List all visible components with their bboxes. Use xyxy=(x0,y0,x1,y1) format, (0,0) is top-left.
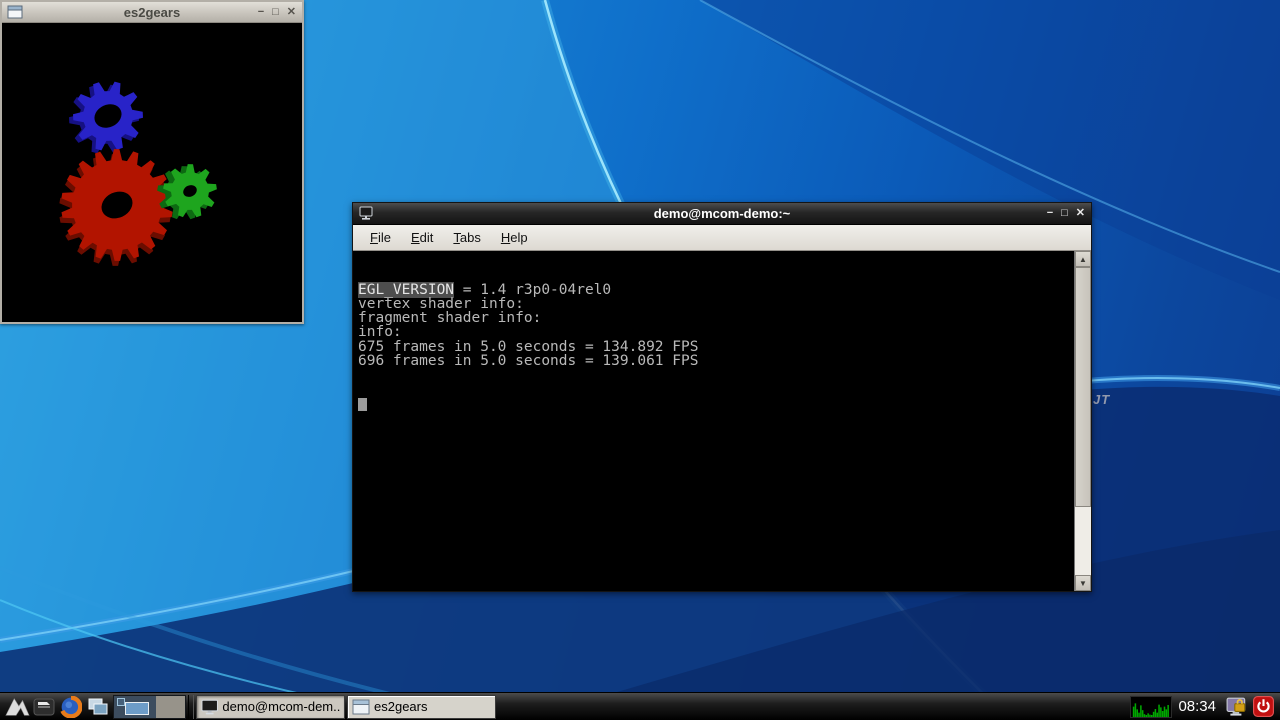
power-icon xyxy=(1253,696,1274,717)
task-label: es2gears xyxy=(374,699,427,714)
es2gears-titlebar[interactable]: es2gears − □ ✕ xyxy=(2,2,302,23)
es2gears-title: es2gears xyxy=(2,5,302,20)
menu-logo-icon xyxy=(4,695,30,719)
menu-file[interactable]: File xyxy=(363,227,398,248)
firefox-launcher[interactable] xyxy=(57,694,84,720)
pager-window-es2gears xyxy=(117,698,125,706)
workspace-1[interactable] xyxy=(114,696,156,718)
taskbar-task-terminal[interactable]: demo@mcom-dem... xyxy=(196,695,345,719)
menu-edit[interactable]: Edit xyxy=(404,227,440,248)
window-icon xyxy=(352,699,370,715)
terminal-line: fragment shader info: xyxy=(358,311,1074,325)
terminal-output: EGL_VERSION = 1.4 r3p0-04rel0vertex shad… xyxy=(353,251,1074,591)
menu-tabs[interactable]: Tabs xyxy=(446,227,487,248)
lock-screen-icon xyxy=(1226,696,1248,718)
terminal-scrollbar[interactable]: ▲ ▼ xyxy=(1074,251,1091,591)
terminal-title: demo@mcom-demo:~ xyxy=(353,206,1091,221)
terminal-window[interactable]: demo@mcom-demo:~ − □ ✕ FileEditTabsHelp … xyxy=(352,202,1092,592)
terminal-menubar: File Edit Tabs Help xyxy=(353,225,1091,251)
file-manager-launcher[interactable] xyxy=(30,694,57,720)
workspace-pager xyxy=(113,695,186,719)
minimize-button[interactable]: − xyxy=(1047,208,1053,219)
taskbar: demo@mcom-dem... es2gears 08:34 xyxy=(0,692,1280,720)
logout-button[interactable] xyxy=(1250,694,1277,720)
workspace-2[interactable] xyxy=(156,696,185,718)
menu-button[interactable] xyxy=(3,694,30,720)
scroll-up-button[interactable]: ▲ xyxy=(1075,251,1091,267)
lock-screen-button[interactable] xyxy=(1223,694,1250,720)
pager-window-terminal xyxy=(125,702,149,715)
firefox-icon xyxy=(60,696,82,718)
scrollbar-track[interactable] xyxy=(1075,267,1091,575)
scroll-down-button[interactable]: ▼ xyxy=(1075,575,1091,591)
close-button[interactable]: ✕ xyxy=(1076,208,1085,219)
gears-graphic xyxy=(2,23,302,322)
show-desktop-button[interactable] xyxy=(84,694,111,720)
terminal-line: 696 frames in 5.0 seconds = 139.061 FPS xyxy=(358,354,1074,368)
desktop: JT es2gears − □ ✕ demo@mcom- xyxy=(0,0,1280,720)
terminal-line: info: xyxy=(358,325,1074,339)
es2gears-window[interactable]: es2gears − □ ✕ xyxy=(0,0,304,324)
task-label: demo@mcom-dem... xyxy=(222,699,340,714)
show-desktop-icon xyxy=(86,696,110,718)
terminal-icon xyxy=(201,699,218,715)
terminal-line: 675 frames in 5.0 seconds = 134.892 FPS xyxy=(358,340,1074,354)
terminal-titlebar[interactable]: demo@mcom-demo:~ − □ ✕ xyxy=(353,203,1091,225)
wallpaper-watermark: JT xyxy=(1093,392,1110,407)
clock: 08:34 xyxy=(1178,698,1216,715)
file-manager-icon xyxy=(32,696,56,718)
es2gears-viewport xyxy=(2,23,302,322)
cpu-monitor[interactable] xyxy=(1130,696,1172,718)
menu-help[interactable]: Help xyxy=(494,227,535,248)
terminal-line: vertex shader info: xyxy=(358,297,1074,311)
maximize-button[interactable]: □ xyxy=(1061,208,1068,219)
terminal-body[interactable]: EGL_VERSION = 1.4 r3p0-04rel0vertex shad… xyxy=(353,251,1091,591)
taskbar-task-es2gears[interactable]: es2gears xyxy=(347,695,496,719)
terminal-line: EGL_VERSION = 1.4 r3p0-04rel0 xyxy=(358,283,1074,297)
taskbar-divider xyxy=(188,695,194,719)
terminal-cursor xyxy=(358,398,367,411)
scrollbar-thumb[interactable] xyxy=(1075,267,1091,507)
